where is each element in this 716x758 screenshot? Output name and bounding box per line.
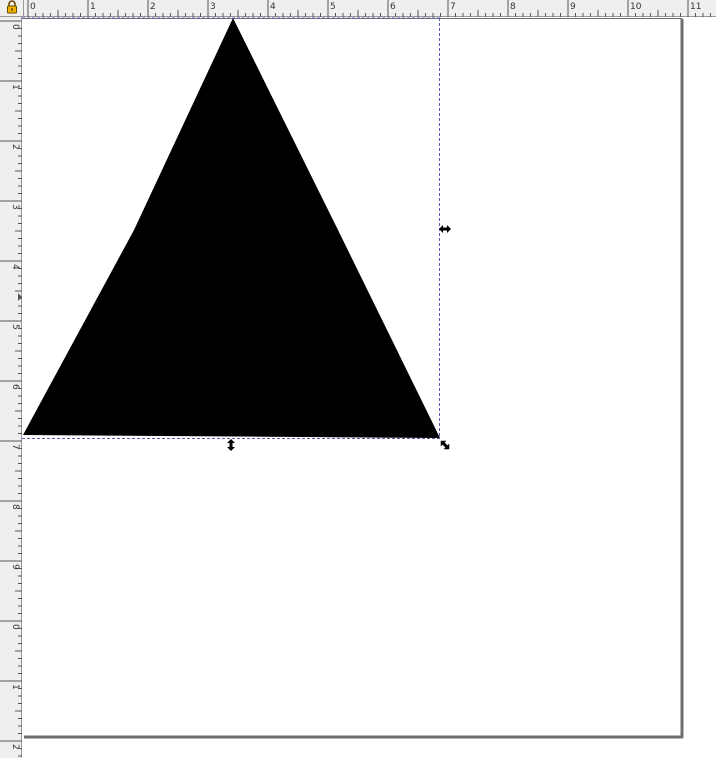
lock-guides-button[interactable] <box>0 0 24 17</box>
ruler-label: 4 <box>10 264 20 270</box>
ruler-label: 3 <box>210 2 216 12</box>
horizontal-ruler[interactable]: 0 1 2 3 4 5 6 7 8 9 10 11 <box>24 0 716 17</box>
ruler-label: 7 <box>450 2 456 12</box>
ruler-label: 8 <box>510 2 516 12</box>
ruler-label: 0 <box>10 624 20 630</box>
ruler-label: 0 <box>10 24 20 30</box>
vertical-ruler[interactable]: 0123456789012 <box>0 17 22 758</box>
triangle-shape[interactable] <box>23 18 440 438</box>
ruler-label: 11 <box>690 2 701 12</box>
ruler-label: 9 <box>10 564 20 570</box>
ruler-label: 6 <box>10 384 20 390</box>
resize-horizontal-handle-icon[interactable] <box>439 225 451 233</box>
drawing-canvas[interactable] <box>22 17 716 758</box>
ruler-label: 6 <box>390 2 396 12</box>
ruler-label: 10 <box>630 2 642 12</box>
lock-icon <box>5 0 19 18</box>
ruler-label: 0 <box>30 2 36 12</box>
resize-diagonal-handle-icon[interactable] <box>438 438 452 452</box>
ruler-label: 8 <box>10 504 20 510</box>
ruler-label: 4 <box>270 2 276 12</box>
ruler-label: 2 <box>150 2 156 12</box>
resize-vertical-handle-icon[interactable] <box>227 439 235 451</box>
ruler-label: 5 <box>330 2 336 12</box>
ruler-label: 1 <box>90 2 96 12</box>
ruler-label: 9 <box>570 2 576 12</box>
